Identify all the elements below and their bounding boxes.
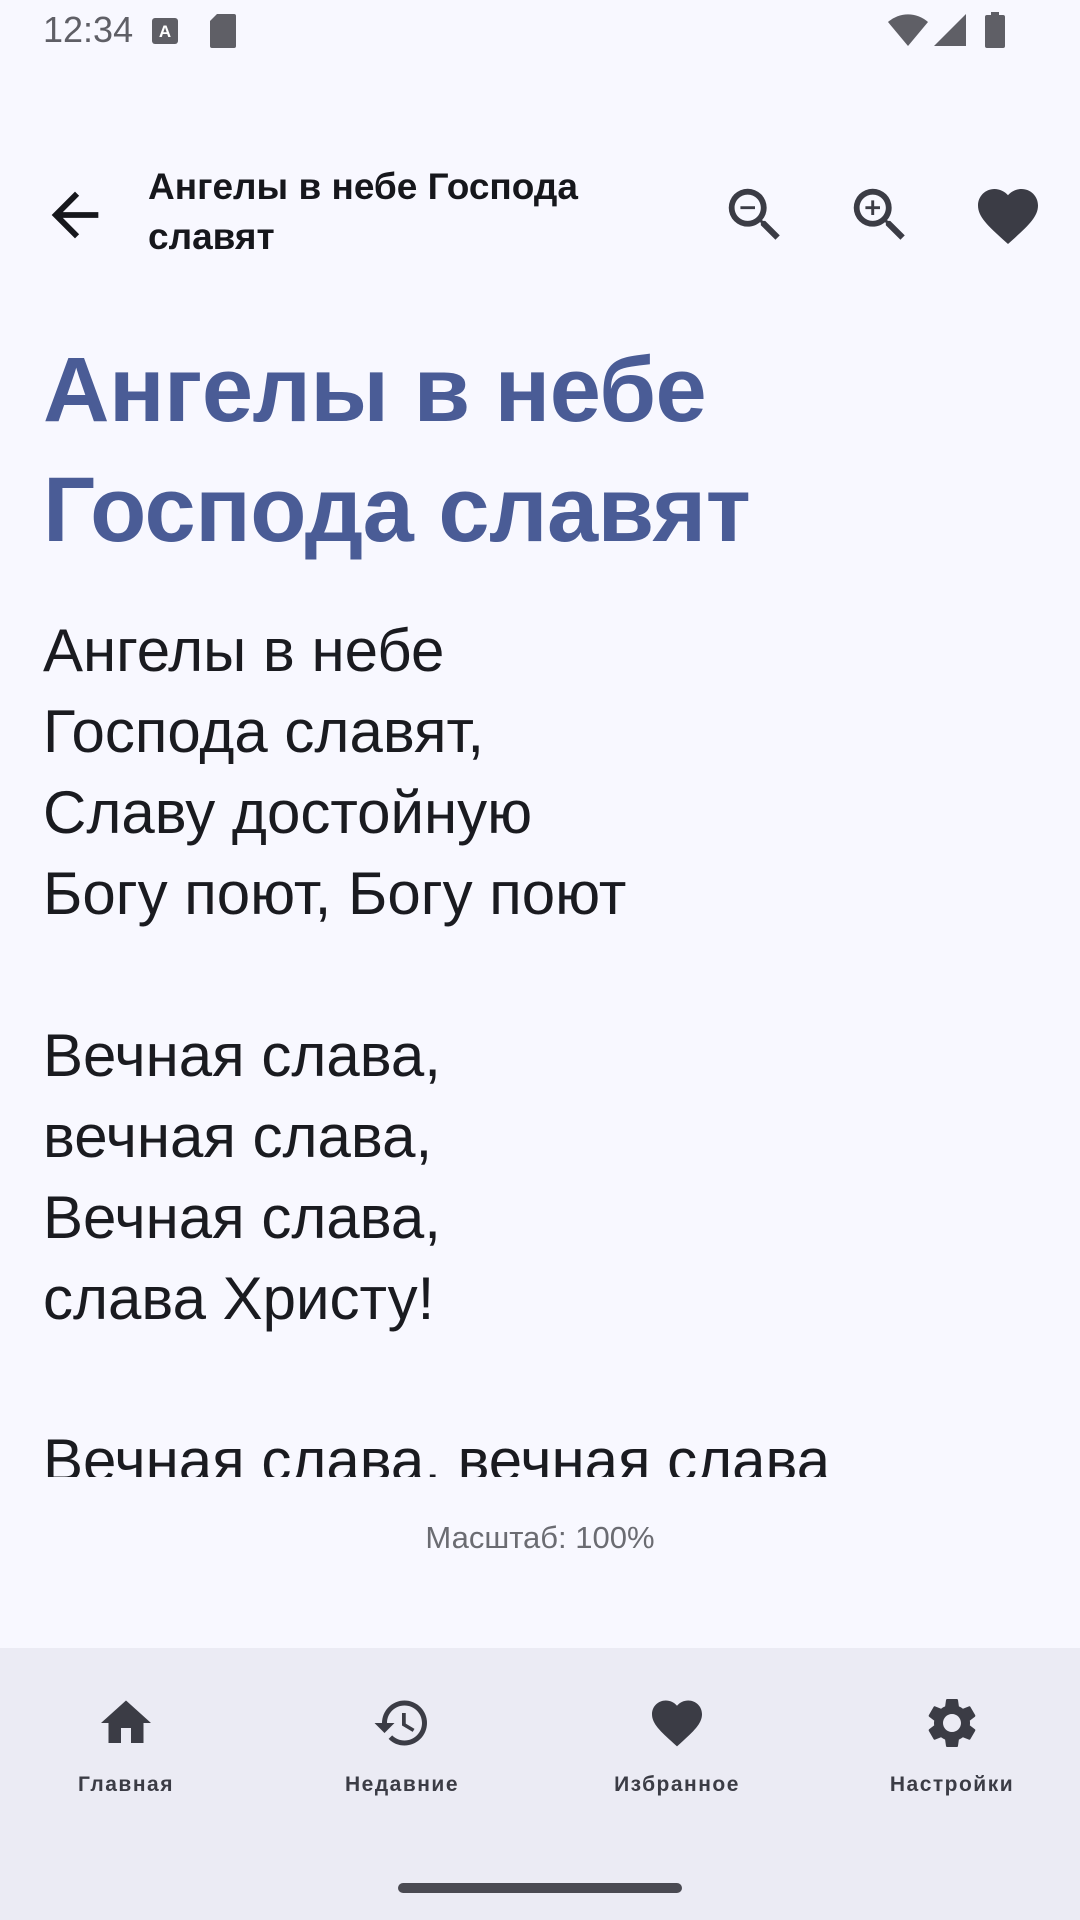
- favorite-button[interactable]: [972, 180, 1044, 250]
- sd-card-icon: [210, 14, 236, 53]
- back-button[interactable]: [40, 180, 110, 250]
- history-icon: [374, 1700, 427, 1746]
- wifi-icon: [888, 14, 928, 51]
- zoom-in-button[interactable]: [845, 180, 915, 250]
- nav-item-settings[interactable]: Настройки: [842, 1693, 1062, 1823]
- settings-icon: [928, 1699, 976, 1747]
- zoom-out-icon: [728, 188, 780, 240]
- app-bar: Ангелы в небе Господа славят: [0, 150, 1080, 274]
- nav-label-settings: Настройки: [889, 1773, 1015, 1796]
- arrow-back-icon: [51, 191, 99, 239]
- status-bar: 12:34 A: [0, 0, 1080, 62]
- bottom-navigation: Главная Недавние Избранное Настройки: [0, 1648, 1080, 1920]
- nav-item-recent[interactable]: Недавние: [292, 1693, 512, 1823]
- zoom-scale-label: Масштаб: 100%: [425, 1520, 655, 1555]
- app-bar-title: Ангелы в небе Господа славят: [148, 166, 578, 257]
- nav-label-home: Главная: [78, 1773, 174, 1796]
- battery-icon: [985, 12, 1005, 53]
- favorite-icon: [652, 1700, 702, 1747]
- nav-item-home[interactable]: Главная: [16, 1693, 236, 1823]
- favorite-icon: [978, 189, 1038, 245]
- zoom-out-button[interactable]: [720, 180, 790, 250]
- signal-icon: [934, 14, 966, 51]
- song-lyrics: Ангелы в небе Господа славят, Славу дост…: [43, 617, 831, 1477]
- status-time: 12:34: [43, 9, 134, 50]
- font-notification-icon: A: [152, 18, 178, 49]
- home-icon: [101, 1700, 151, 1743]
- svg-text:A: A: [159, 22, 171, 41]
- song-content[interactable]: Ангелы в небе Господа славят Ангелы в не…: [43, 330, 1043, 1477]
- home-indicator[interactable]: [398, 1883, 682, 1893]
- nav-label-favorites: Избранное: [614, 1773, 740, 1796]
- nav-item-favorites[interactable]: Избранное: [567, 1693, 787, 1823]
- song-title: Ангелы в небе Господа славят: [43, 339, 751, 561]
- zoom-in-icon: [853, 188, 905, 240]
- nav-label-recent: Недавние: [344, 1773, 460, 1796]
